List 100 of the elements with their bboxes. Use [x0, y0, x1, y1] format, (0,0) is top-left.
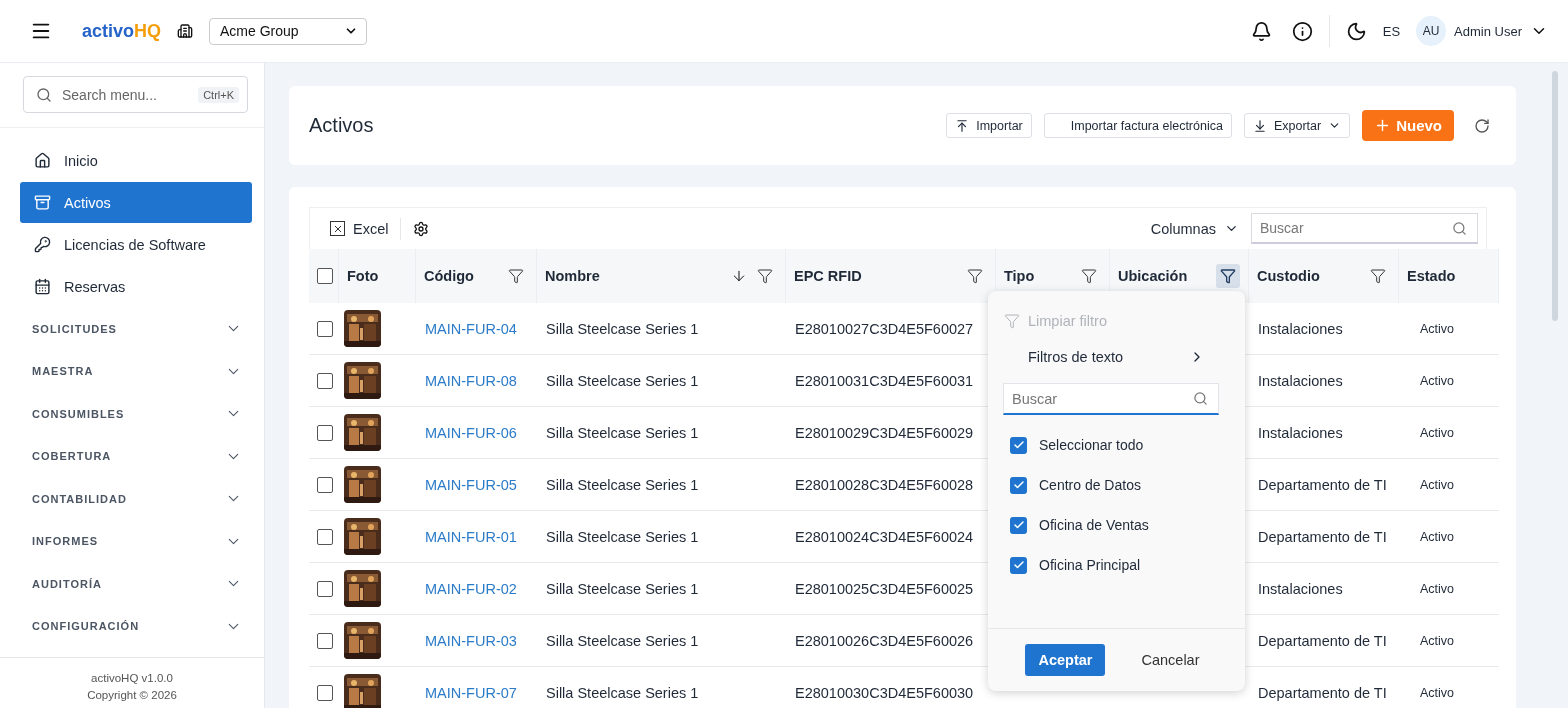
asset-code-link[interactable]: MAIN-FUR-02: [425, 580, 517, 597]
table-cell: E28010030C3D4E5F60030: [795, 684, 974, 701]
refresh-icon[interactable]: [1474, 117, 1490, 134]
table-cell: Silla Steelcase Series 1: [546, 320, 699, 337]
sidebar-item[interactable]: Licencias de Software: [20, 224, 252, 265]
checkbox[interactable]: [1010, 436, 1027, 454]
asset-code-link[interactable]: MAIN-FUR-03: [425, 632, 517, 649]
search-field[interactable]: Search menu... Ctrl+K: [23, 76, 248, 113]
table-cell: Silla Steelcase Series 1: [546, 476, 699, 493]
excel-icon: [330, 221, 345, 236]
page-title: Activos: [309, 114, 375, 137]
brand-logo: activoHQ: [82, 20, 162, 42]
asset-code-link[interactable]: MAIN-FUR-05: [425, 476, 517, 493]
sort-icon[interactable]: [731, 268, 747, 284]
cancel-button[interactable]: Cancelar: [1133, 648, 1208, 672]
row-checkbox[interactable]: [317, 424, 333, 441]
row-checkbox[interactable]: [317, 684, 333, 701]
archive-icon: [34, 194, 51, 211]
sidebar-section[interactable]: AUDITORÍA: [0, 563, 264, 605]
checkbox[interactable]: [1010, 476, 1027, 494]
version-text: activoHQ v1.0.0: [90, 671, 174, 686]
status-text: Activo: [1420, 685, 1455, 700]
asset-code-link[interactable]: MAIN-FUR-07: [425, 684, 517, 701]
action-button[interactable]: Importar: [946, 113, 1032, 138]
table-cell: Instalaciones: [1258, 320, 1343, 337]
columns-button[interactable]: Columnas: [1150, 220, 1239, 237]
table-cell: E28010027C3D4E5F60027: [795, 320, 974, 337]
status-text: Activo: [1420, 321, 1455, 336]
table-cell: E28010026C3D4E5F60026: [795, 632, 974, 649]
check-icon: [1012, 519, 1025, 531]
column-header[interactable]: Código: [424, 268, 498, 284]
table-cell: Silla Steelcase Series 1: [546, 580, 699, 597]
notification-icon[interactable]: [1250, 20, 1272, 42]
table-cell: Departamento de TI: [1258, 684, 1387, 701]
check-icon: [1012, 439, 1025, 451]
table-cell: Departamento de TI: [1258, 476, 1387, 493]
row-checkbox[interactable]: [317, 476, 333, 493]
shortcut-hint: Ctrl+K: [198, 86, 239, 103]
column-header[interactable]: Ubicación: [1118, 268, 1210, 284]
table-cell: Instalaciones: [1258, 424, 1343, 441]
filter-icon: [1004, 313, 1020, 329]
asset-code-link[interactable]: MAIN-FUR-01: [425, 528, 517, 545]
filter-option[interactable]: Centro de Datos: [988, 465, 1245, 505]
filter-search-field[interactable]: Buscar: [1003, 383, 1219, 415]
sidebar-section[interactable]: INFORMES: [0, 520, 264, 562]
row-checkbox[interactable]: [317, 320, 333, 337]
search-field[interactable]: Buscar: [1251, 213, 1478, 244]
checkbox[interactable]: [1010, 556, 1027, 574]
table-cell: Silla Steelcase Series 1: [546, 372, 699, 389]
table-cell: Instalaciones: [1258, 372, 1343, 389]
sidebar-item[interactable]: Activos: [20, 182, 252, 223]
scrollbar-thumb[interactable]: [1552, 71, 1558, 321]
row-checkbox[interactable]: [317, 372, 333, 389]
row-checkbox[interactable]: [317, 580, 333, 597]
search-icon: [1193, 391, 1208, 406]
language-button[interactable]: ES: [1382, 23, 1401, 39]
sidebar-item[interactable]: Reservas: [20, 266, 252, 307]
building-icon: [177, 23, 194, 39]
asset-code-link[interactable]: MAIN-FUR-08: [425, 372, 517, 389]
table-cell: E28010028C3D4E5F60028: [795, 476, 974, 493]
filter-option[interactable]: Oficina de Ventas: [988, 505, 1245, 545]
table-cell: E28010025C3D4E5F60025: [795, 580, 974, 597]
table-cell: Silla Steelcase Series 1: [546, 632, 699, 649]
sidebar-section[interactable]: SOLICITUDES: [0, 308, 264, 350]
sidebar-section[interactable]: CONSUMIBLES: [0, 393, 264, 435]
row-checkbox[interactable]: [317, 528, 333, 545]
action-button[interactable]: Exportar: [1243, 113, 1351, 138]
accept-button[interactable]: Aceptar: [1025, 644, 1106, 676]
excel-button[interactable]: Excel: [330, 220, 389, 237]
copyright-text: Copyright © 2026: [86, 688, 178, 703]
sidebar-section[interactable]: CONFIGURACIÓN: [0, 605, 264, 647]
asset-code-link[interactable]: MAIN-FUR-04: [425, 320, 517, 337]
text-filters-item[interactable]: Filtros de texto: [988, 339, 1245, 375]
user-name[interactable]: Admin User: [1454, 23, 1522, 39]
filter-option[interactable]: Seleccionar todo: [988, 425, 1245, 465]
upload-icon: [955, 118, 970, 133]
search-icon: [1452, 220, 1467, 236]
info-icon[interactable]: [1291, 20, 1313, 42]
user-avatar[interactable]: AU: [1416, 16, 1447, 46]
status-text: Activo: [1420, 529, 1455, 544]
checkbox[interactable]: [1010, 516, 1027, 534]
moon-icon[interactable]: [1345, 20, 1367, 42]
settings-icon[interactable]: [413, 220, 430, 237]
action-button[interactable]: Importar factura electrónica: [1043, 113, 1232, 138]
filter-option[interactable]: Oficina Principal: [988, 545, 1245, 585]
sidebar-item[interactable]: Inicio: [20, 140, 252, 181]
column-header[interactable]: Tipo: [1004, 268, 1071, 284]
filter-icon[interactable]: [1216, 264, 1240, 288]
sidebar-section[interactable]: CONTABILIDAD: [0, 478, 264, 520]
table-cell: Departamento de TI: [1258, 632, 1387, 649]
table-cell: Silla Steelcase Series 1: [546, 424, 699, 441]
status-text: Activo: [1420, 477, 1455, 492]
organization-select[interactable]: Acme Group: [209, 17, 368, 45]
table-cell: E28010031C3D4E5F60031: [795, 372, 974, 389]
table-cell: Silla Steelcase Series 1: [546, 528, 699, 545]
select-all-checkbox[interactable]: [317, 268, 333, 284]
sidebar-section[interactable]: COBERTURA: [0, 435, 264, 477]
sidebar-section[interactable]: MAESTRA: [0, 350, 264, 392]
row-checkbox[interactable]: [317, 632, 333, 649]
asset-code-link[interactable]: MAIN-FUR-06: [425, 424, 517, 441]
